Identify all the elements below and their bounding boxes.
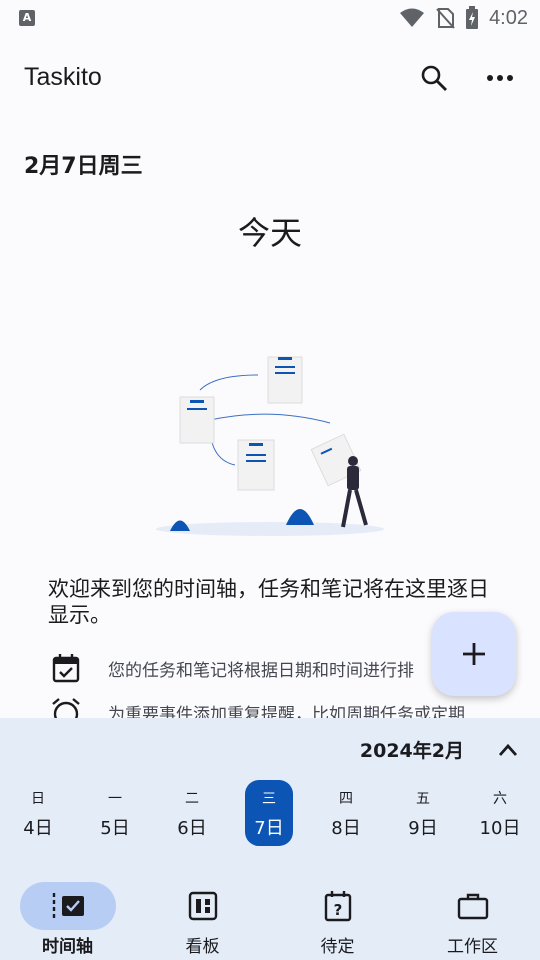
nav-item-pending[interactable]: ? 待定 <box>270 880 405 958</box>
plus-icon <box>463 643 485 665</box>
date-label: 5日 <box>100 818 130 839</box>
nav-icon-container <box>425 882 521 930</box>
battery-charging-icon <box>466 6 479 29</box>
weekday-label: 四 <box>339 791 353 807</box>
date-heading: 2月7日周三 <box>24 154 143 179</box>
weekday-label: 五 <box>416 791 430 807</box>
search-icon <box>421 65 447 91</box>
date-label: 7日 <box>254 818 284 839</box>
svg-text:?: ? <box>333 901 342 919</box>
weekday-label: 一 <box>108 791 122 807</box>
nav-icon-container: ? <box>290 882 386 930</box>
more-horiz-icon <box>487 75 513 81</box>
wifi-icon <box>400 8 425 27</box>
timeline-icon <box>52 893 84 919</box>
nav-item-workspace[interactable]: 工作区 <box>405 880 540 958</box>
no-sim-icon <box>436 8 455 29</box>
calendar-check-icon <box>48 650 84 686</box>
nav-label: 看板 <box>185 937 220 957</box>
month-label[interactable]: 2024年2月 <box>360 736 464 763</box>
briefcase-icon <box>457 893 488 920</box>
tip-text: 您的任务和笔记将根据日期和时间进行排 <box>108 660 414 681</box>
status-bar: A 4:02 <box>0 0 540 36</box>
add-task-button[interactable] <box>432 612 516 696</box>
empty-timeline-illustration <box>156 356 384 536</box>
date-label: 4日 <box>23 818 53 839</box>
more-options-button[interactable] <box>478 56 522 100</box>
date-label: 8日 <box>331 818 361 839</box>
day-cell[interactable]: 日 4日 <box>14 780 62 846</box>
weekday-label: 二 <box>185 791 199 807</box>
app-title: Taskito <box>24 63 102 91</box>
bottom-navigation: 时间轴 看板 ? 待定 工作区 <box>0 868 540 960</box>
day-strip: 日 4日 一 5日 二 6日 三 7日 四 8日 五 9日 六 10日 <box>0 780 540 850</box>
weekday-label: 日 <box>31 791 45 807</box>
chevron-up-icon <box>498 743 518 756</box>
day-cell[interactable]: 六 10日 <box>476 780 524 846</box>
nav-label: 工作区 <box>447 937 498 957</box>
date-label: 9日 <box>408 818 438 839</box>
date-label: 10日 <box>479 818 521 839</box>
tip-row: 您的任务和笔记将根据日期和时间进行排 <box>48 650 468 686</box>
nav-item-timeline[interactable]: 时间轴 <box>0 880 135 958</box>
day-cell-selected[interactable]: 三 7日 <box>245 780 293 846</box>
nav-active-indicator <box>19 882 116 930</box>
status-time: 4:02 <box>489 6 528 29</box>
board-icon <box>188 891 217 921</box>
search-button[interactable] <box>412 56 456 100</box>
weekday-label: 六 <box>493 791 507 807</box>
nav-label: 时间轴 <box>42 937 93 957</box>
page-title: 今天 <box>237 214 302 252</box>
pending-icon: ? <box>324 891 351 922</box>
nav-label: 待定 <box>320 937 355 957</box>
day-cell[interactable]: 一 5日 <box>91 780 139 846</box>
collapse-calendar-button[interactable] <box>490 732 526 768</box>
day-cell[interactable]: 五 9日 <box>399 780 447 846</box>
day-cell[interactable]: 四 8日 <box>322 780 370 846</box>
nav-icon-container <box>155 882 251 930</box>
day-cell[interactable]: 二 6日 <box>168 780 216 846</box>
notification-icon: A <box>19 10 35 26</box>
weekday-label: 三 <box>262 791 276 807</box>
date-label: 6日 <box>177 818 207 839</box>
week-calendar: 2024年2月 日 4日 一 5日 二 6日 三 7日 四 8日 五 9日 六 10日 <box>0 718 540 868</box>
status-icons: 4:02 <box>399 6 528 30</box>
nav-item-board[interactable]: 看板 <box>135 880 270 958</box>
